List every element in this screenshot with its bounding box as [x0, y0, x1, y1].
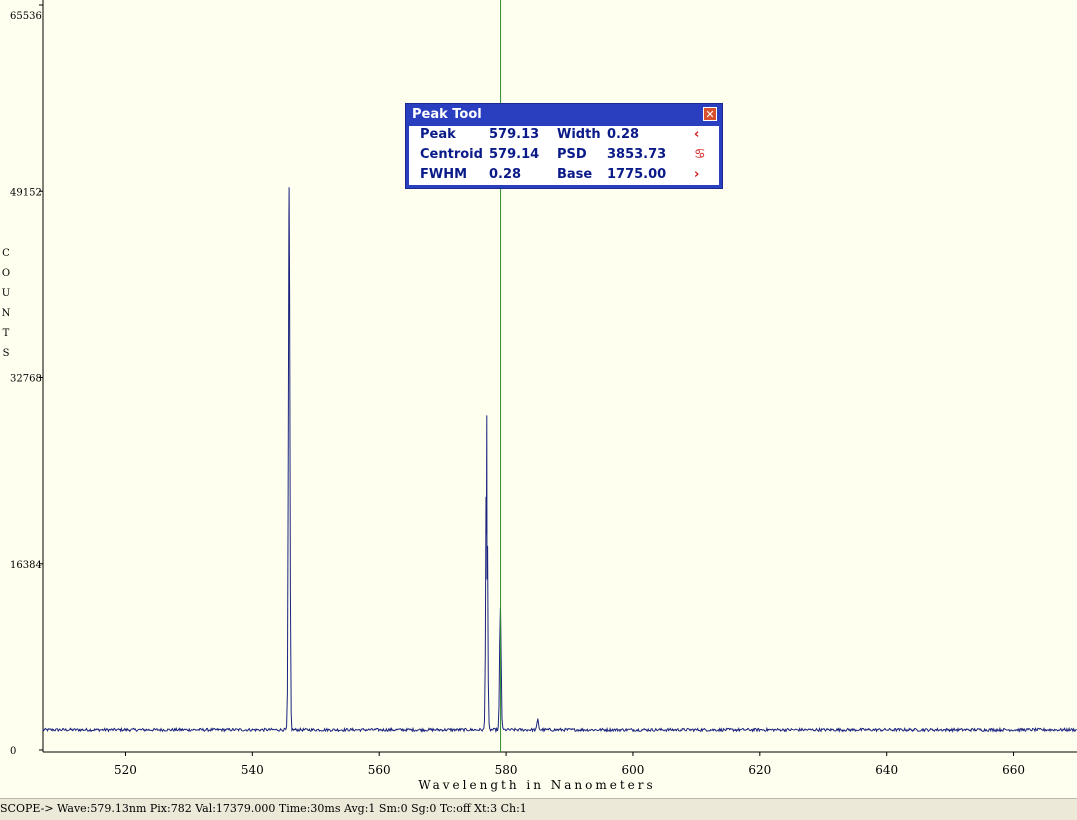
x-tick-label: 620 — [748, 763, 771, 777]
spectrum-line — [42, 187, 1077, 734]
fwhm-row: FWHM 0.28 Base 1775.00 › — [409, 166, 719, 186]
peak-tool-titlebar[interactable]: Peak Tool ✕ — [406, 104, 722, 126]
y-tick-label: 32768 — [10, 374, 42, 385]
centroid-label: Centroid — [420, 147, 483, 162]
x-tick-label: 520 — [114, 763, 137, 777]
close-icon[interactable]: ✕ — [703, 107, 717, 121]
psd-label: PSD — [557, 147, 587, 162]
width-label: Width — [557, 127, 601, 142]
x-tick-labels: 520 540 560 580 600 620 640 660 — [114, 763, 1025, 777]
x-axis-title: Wavelength in Nanometers — [418, 778, 655, 792]
y-axis-title-letter: C — [2, 248, 10, 259]
base-label: Base — [557, 167, 593, 182]
x-tick-label: 600 — [621, 763, 644, 777]
x-tick-label: 560 — [368, 763, 391, 777]
y-tick-label: 16384 — [10, 560, 42, 571]
next-peak-icon[interactable]: › — [694, 167, 699, 182]
peak-tool-body: Peak 579.13 Width 0.28 ‹ Centroid 579.14… — [409, 126, 719, 185]
y-axis-title-letter: O — [2, 268, 10, 279]
y-tick-label: 65536 — [10, 11, 42, 22]
y-tick-label: 49152 — [10, 187, 42, 198]
peak-row: Peak 579.13 Width 0.28 ‹ — [409, 126, 719, 146]
y-axis-title: COUNTS — [2, 248, 11, 359]
x-tick-label: 540 — [241, 763, 264, 777]
y-tick-labels: 0 16384 32768 49152 65536 — [10, 11, 42, 757]
y-axis-title-letter: S — [3, 348, 10, 359]
x-tick-label: 660 — [1002, 763, 1025, 777]
peak-tool-title: Peak Tool — [412, 107, 482, 122]
previous-peak-icon[interactable]: ‹ — [694, 127, 699, 142]
fwhm-label: FWHM — [420, 167, 468, 182]
x-tick-label: 640 — [875, 763, 898, 777]
status-text: SCOPE-> Wave:579.13nm Pix:782 Val:17379.… — [0, 802, 527, 815]
base-value: 1775.00 — [607, 167, 667, 182]
centroid-value: 579.14 — [489, 147, 540, 162]
peak-tool-window[interactable]: Peak Tool ✕ Peak 579.13 Width 0.28 ‹ Cen… — [405, 103, 723, 189]
y-axis-title-letter: N — [2, 308, 11, 319]
toggle-icon[interactable]: ♋ — [694, 147, 706, 162]
width-value: 0.28 — [607, 127, 640, 142]
centroid-row: Centroid 579.14 PSD 3853.73 ♋ — [409, 146, 719, 166]
y-axis-title-letter: U — [2, 288, 10, 299]
psd-value: 3853.73 — [607, 147, 667, 162]
x-tick-label: 580 — [495, 763, 518, 777]
fwhm-value: 0.28 — [489, 167, 522, 182]
y-axis-title-letter: T — [3, 328, 10, 339]
status-bar: SCOPE-> Wave:579.13nm Pix:782 Val:17379.… — [0, 798, 1077, 820]
peak-value: 579.13 — [489, 127, 540, 142]
y-tick-label: 0 — [10, 746, 16, 757]
peak-label: Peak — [420, 127, 456, 142]
